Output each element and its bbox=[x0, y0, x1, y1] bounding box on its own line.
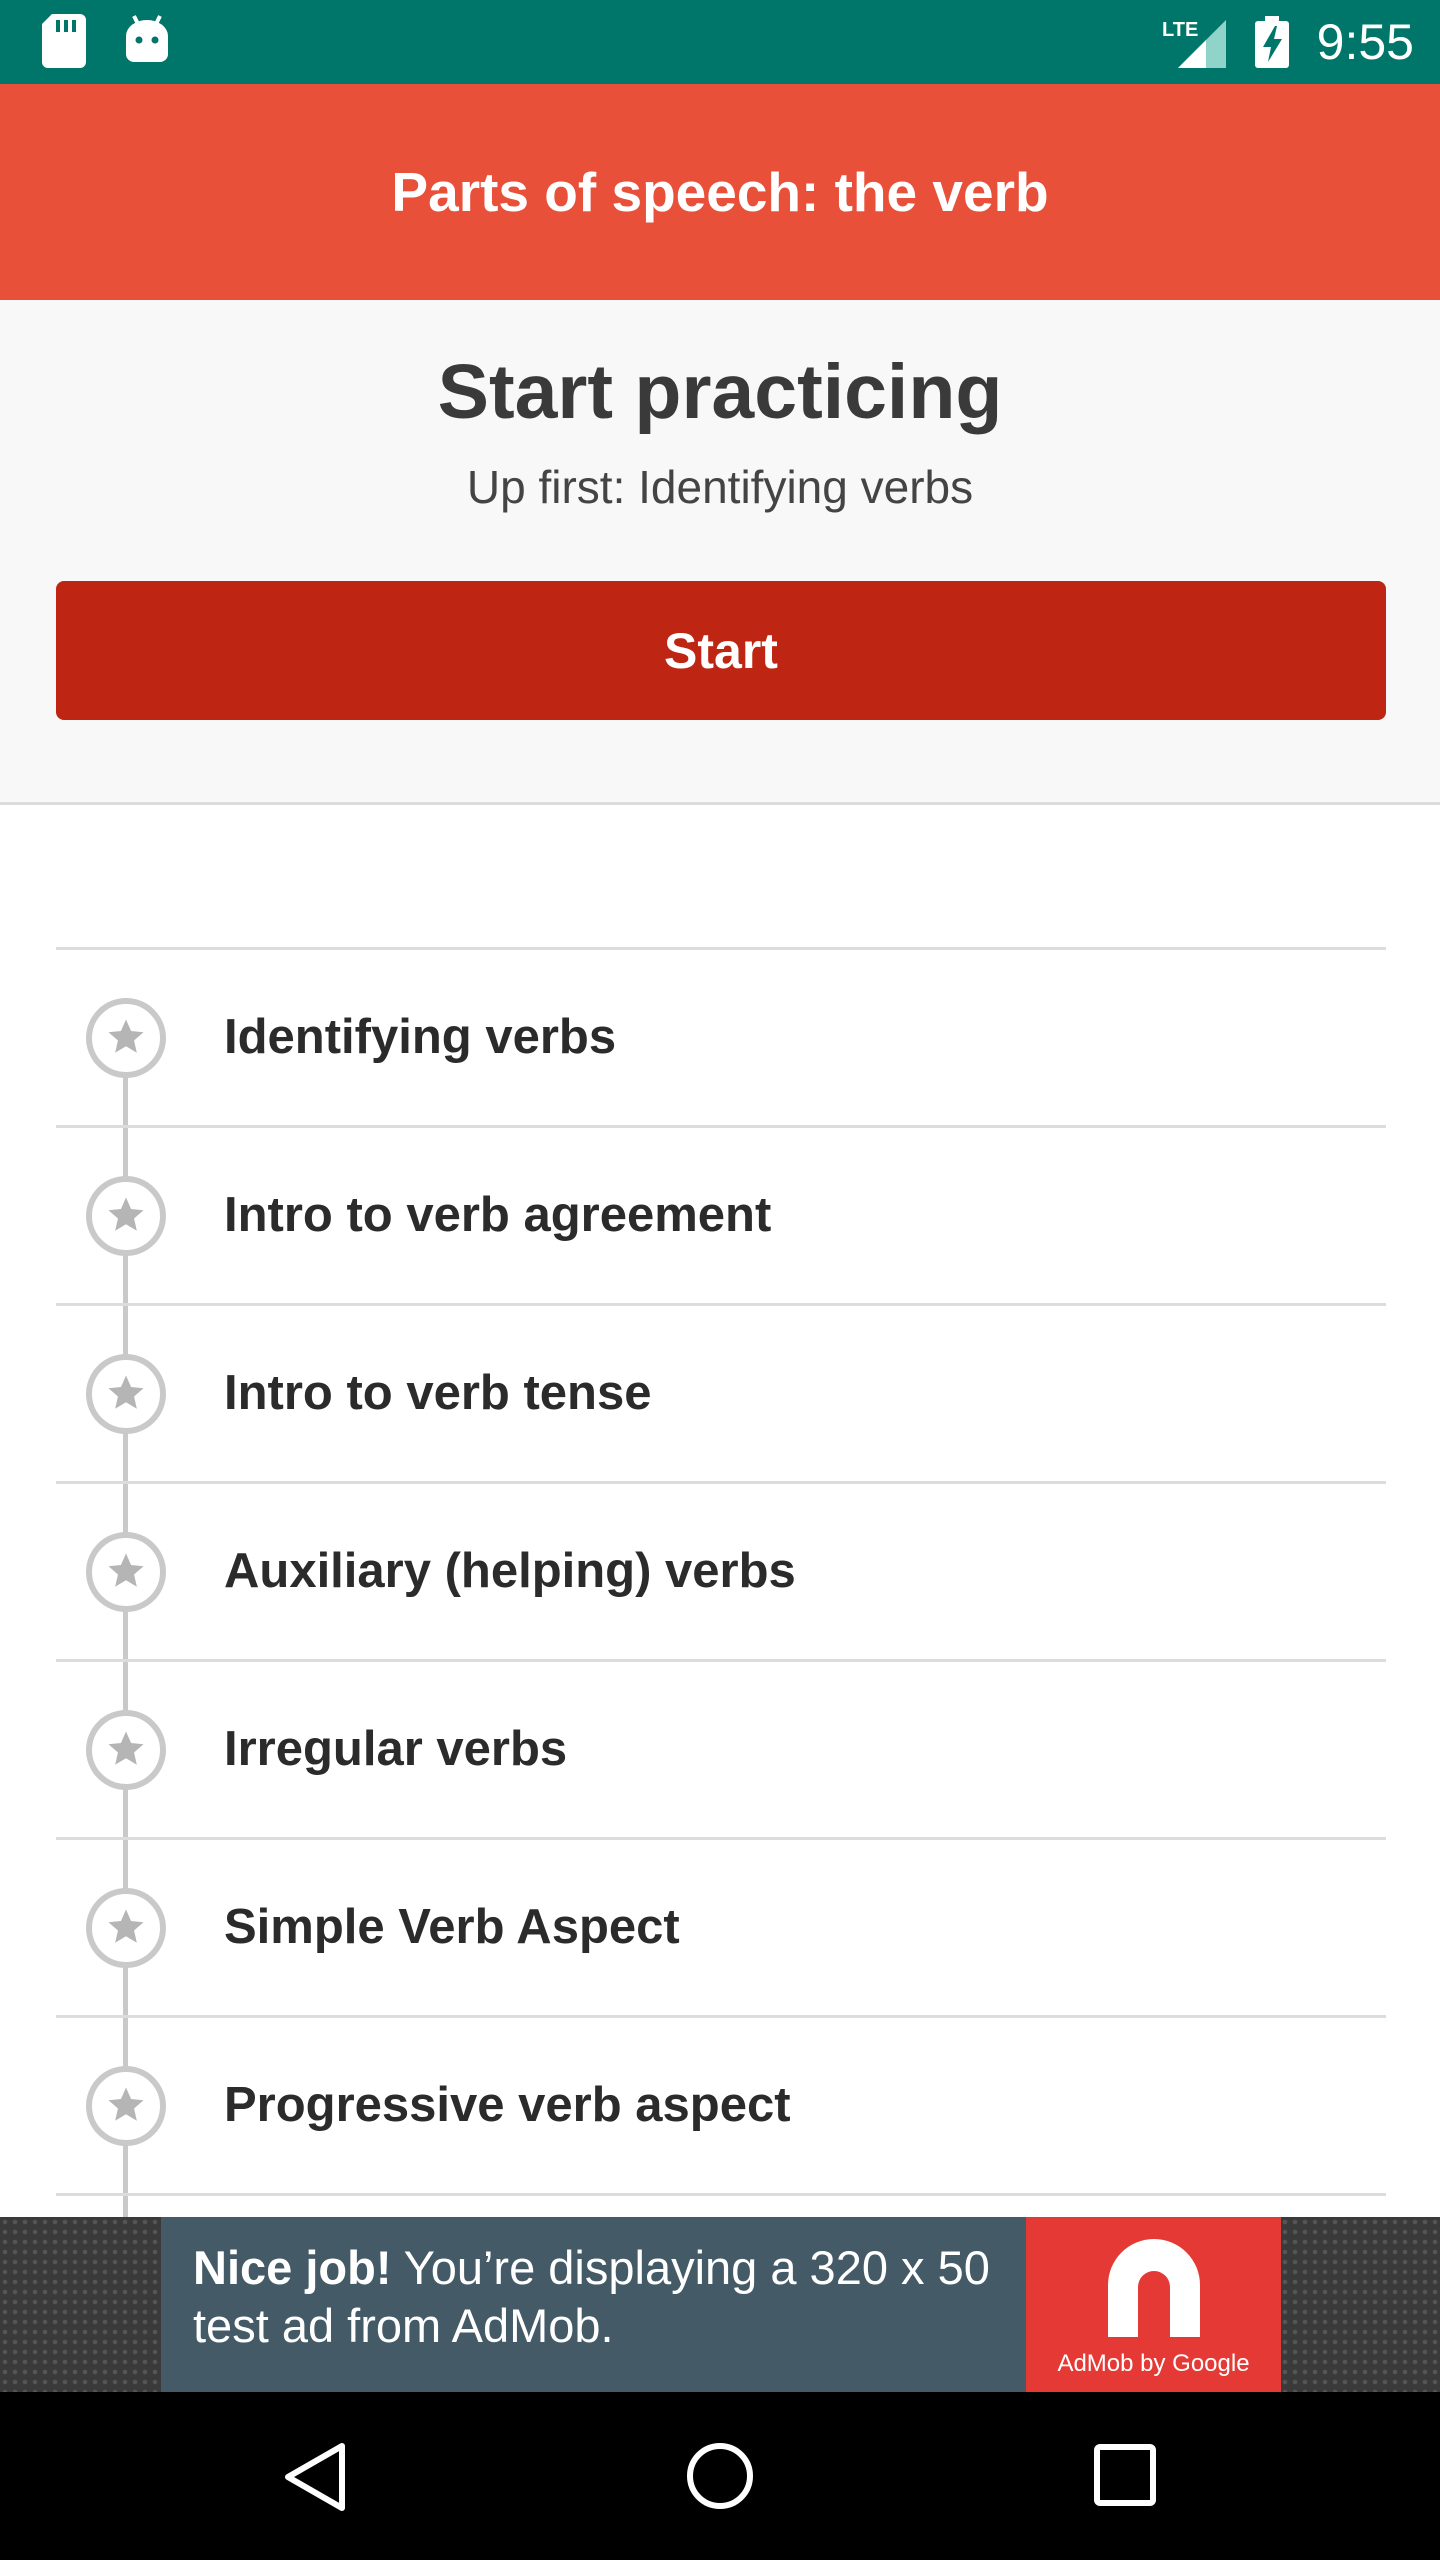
start-button[interactable]: Start bbox=[56, 581, 1386, 720]
recents-icon[interactable] bbox=[1094, 2444, 1156, 2511]
start-practicing-section: Start practicing Up first: Identifying v… bbox=[0, 300, 1440, 805]
ad-headline: Nice job! bbox=[193, 2241, 392, 2294]
status-time: 9:55 bbox=[1316, 14, 1414, 70]
battery-charging-icon bbox=[1255, 16, 1289, 73]
star-icon bbox=[86, 1176, 166, 1256]
section-title: Start practicing bbox=[437, 349, 1003, 435]
skill-label: Progressive verb aspect bbox=[224, 2078, 791, 2132]
navigation-bar bbox=[0, 2392, 1440, 2560]
star-icon bbox=[86, 2066, 166, 2146]
skill-label: Auxiliary (helping) verbs bbox=[224, 1544, 796, 1598]
skill-label: Irregular verbs bbox=[224, 1722, 568, 1776]
status-bar: LTE 9:55 bbox=[0, 0, 1440, 84]
up-first-subtitle: Up first: Identifying verbs bbox=[466, 461, 974, 513]
admob-brand: AdMob by Google bbox=[1057, 2350, 1250, 2377]
page-title: Parts of speech: the verb bbox=[391, 161, 1049, 223]
skill-item-intro-to-verb-tense[interactable]: Intro to verb tense bbox=[56, 1306, 1386, 1484]
star-icon bbox=[86, 1532, 166, 1612]
lte-signal-icon: LTE bbox=[1160, 14, 1230, 75]
ad-content[interactable]: Nice job! You’re displaying a 320 x 50 t… bbox=[161, 2217, 1281, 2392]
skill-label: Intro to verb tense bbox=[224, 1366, 652, 1420]
skill-label: Intro to verb agreement bbox=[224, 1188, 772, 1242]
ad-banner[interactable]: Nice job! You’re displaying a 320 x 50 t… bbox=[0, 2217, 1440, 2392]
back-icon[interactable] bbox=[284, 2442, 348, 2517]
lte-label: LTE bbox=[1162, 19, 1198, 41]
skill-item-simple-verb-aspect[interactable]: Simple Verb Aspect bbox=[56, 1840, 1386, 2018]
star-icon bbox=[86, 998, 166, 1078]
skill-list: Identifying verbs Intro to verb agreemen… bbox=[56, 947, 1386, 2266]
skill-item-identifying-verbs[interactable]: Identifying verbs bbox=[56, 950, 1386, 1128]
home-icon[interactable] bbox=[686, 2442, 754, 2515]
ad-text: Nice job! You’re displaying a 320 x 50 t… bbox=[193, 2239, 1013, 2355]
skill-item-auxiliary-verbs[interactable]: Auxiliary (helping) verbs bbox=[56, 1484, 1386, 1662]
app-bar: Parts of speech: the verb bbox=[0, 84, 1440, 300]
admob-icon bbox=[1108, 2239, 1200, 2337]
skill-label: Identifying verbs bbox=[224, 1010, 617, 1064]
star-icon bbox=[86, 1354, 166, 1434]
star-icon bbox=[86, 1710, 166, 1790]
skill-item-intro-to-verb-agreement[interactable]: Intro to verb agreement bbox=[56, 1128, 1386, 1306]
skill-item-irregular-verbs[interactable]: Irregular verbs bbox=[56, 1662, 1386, 1840]
skill-label: Simple Verb Aspect bbox=[224, 1900, 680, 1954]
skill-item-progressive-verb-aspect[interactable]: Progressive verb aspect bbox=[56, 2018, 1386, 2196]
android-icon bbox=[124, 14, 170, 69]
star-icon bbox=[86, 1888, 166, 1968]
sd-card-icon bbox=[42, 14, 86, 73]
admob-logo: AdMob by Google bbox=[1026, 2217, 1281, 2392]
